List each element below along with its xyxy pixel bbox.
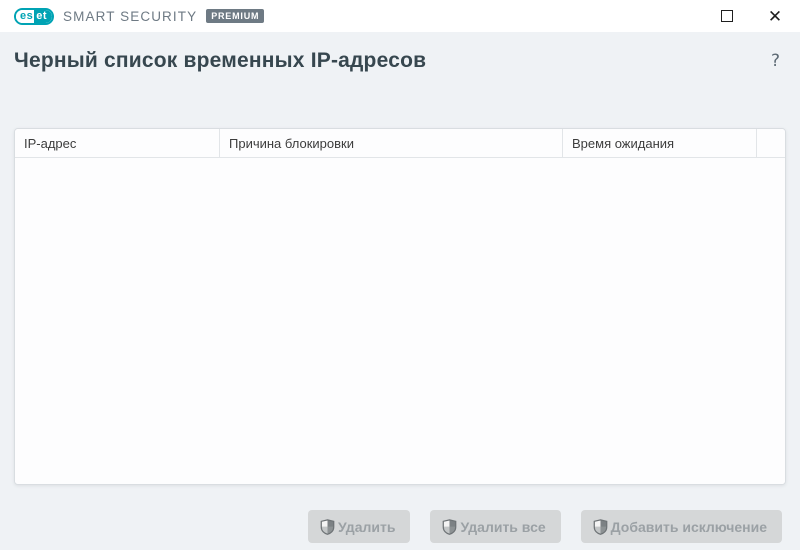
help-button[interactable]: ? bbox=[765, 49, 786, 73]
ip-blacklist-table: IP-адрес Причина блокировки Время ожидан… bbox=[14, 128, 786, 485]
delete-button-label: Удалить bbox=[338, 519, 395, 535]
close-icon: ✕ bbox=[768, 8, 782, 25]
maximize-icon bbox=[721, 10, 733, 22]
table-header-row: IP-адрес Причина блокировки Время ожидан… bbox=[15, 129, 785, 158]
delete-all-button-label: Удалить все bbox=[460, 519, 545, 535]
close-button[interactable]: ✕ bbox=[764, 5, 786, 27]
content-area: Черный список временных IP-адресов ? IP-… bbox=[0, 32, 800, 550]
eset-logo-left: es bbox=[16, 10, 34, 23]
uac-shield-icon bbox=[320, 519, 335, 535]
add-exception-button-label: Добавить исключение bbox=[611, 519, 767, 535]
maximize-button[interactable] bbox=[716, 5, 738, 27]
uac-shield-icon bbox=[442, 519, 457, 535]
column-header-spacer bbox=[757, 129, 785, 157]
brand-group: es et SMART SECURITY PREMIUM bbox=[14, 8, 264, 25]
titlebar: es et SMART SECURITY PREMIUM ✕ bbox=[0, 0, 800, 32]
window-controls: ✕ bbox=[716, 5, 786, 27]
product-name: SMART SECURITY bbox=[63, 9, 197, 24]
column-header-ip-address[interactable]: IP-адрес bbox=[15, 129, 220, 157]
premium-badge: PREMIUM bbox=[206, 9, 264, 23]
action-button-row: Удалить Удалить все bbox=[14, 510, 786, 543]
delete-button[interactable]: Удалить bbox=[308, 510, 410, 543]
uac-shield-icon bbox=[593, 519, 608, 535]
page-title: Черный список временных IP-адресов bbox=[14, 49, 426, 73]
page-header: Черный список временных IP-адресов ? bbox=[14, 32, 786, 87]
eset-logo-icon: es et bbox=[14, 8, 54, 25]
delete-all-button[interactable]: Удалить все bbox=[430, 510, 560, 543]
eset-logo-right: et bbox=[34, 10, 52, 23]
column-header-timeout[interactable]: Время ожидания bbox=[563, 129, 757, 157]
column-header-block-reason[interactable]: Причина блокировки bbox=[220, 129, 563, 157]
table-body-empty[interactable] bbox=[15, 158, 785, 484]
add-exception-button[interactable]: Добавить исключение bbox=[581, 510, 782, 543]
